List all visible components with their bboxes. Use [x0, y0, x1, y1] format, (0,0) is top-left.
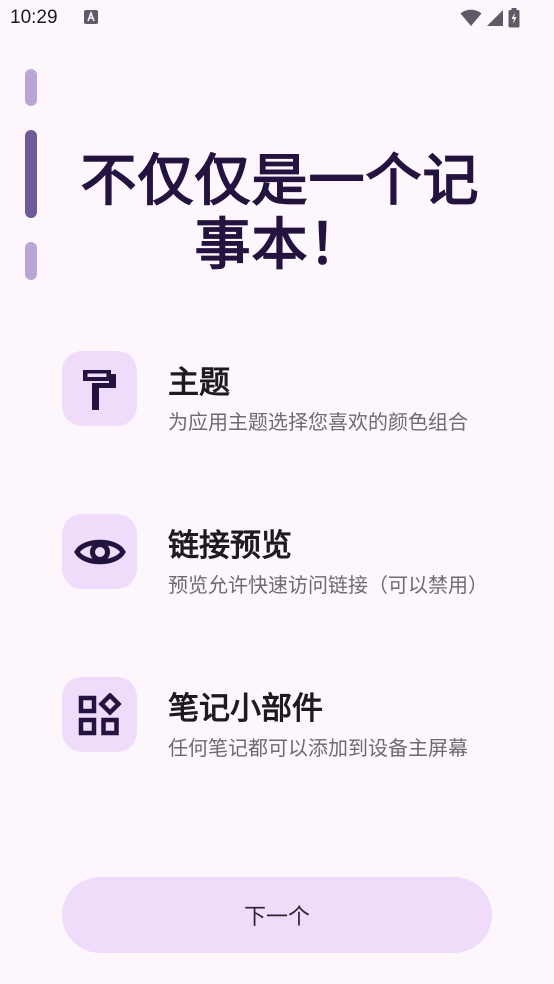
battery-charging-icon: [508, 8, 520, 28]
page-indicator-3: [25, 242, 37, 280]
status-time: 10:29: [10, 7, 58, 28]
feature-icon-container: [62, 514, 137, 589]
next-button[interactable]: 下一个: [62, 877, 492, 953]
feature-icon-container: [62, 677, 137, 752]
page-indicator-2-active: [25, 130, 37, 218]
status-icons: [460, 8, 520, 28]
feature-title: 主题: [168, 365, 230, 401]
feature-title: 笔记小部件: [168, 691, 323, 727]
eye-icon: [73, 539, 126, 564]
feature-note-widget: 笔记小部件 任何笔记都可以添加到设备主屏幕: [62, 677, 492, 817]
status-bar: 10:29: [0, 0, 554, 36]
feature-description: 预览允许快速访问链接（可以禁用）: [168, 573, 488, 597]
wifi-icon: [460, 9, 482, 26]
widgets-icon: [78, 692, 122, 735]
page-title: 不仅仅是一个记事本！: [80, 149, 480, 278]
paint-roller-icon: [82, 369, 116, 410]
feature-description: 任何笔记都可以添加到设备主屏幕: [168, 736, 468, 760]
page-indicator-1: [25, 69, 37, 106]
feature-icon-container: [62, 351, 137, 426]
feature-title: 链接预览: [168, 528, 292, 564]
notification-a-icon: [84, 10, 98, 24]
cellular-icon: [487, 10, 503, 26]
feature-link-preview: 链接预览 预览允许快速访问链接（可以禁用）: [62, 514, 492, 654]
feature-description: 为应用主题选择您喜欢的颜色组合: [168, 410, 468, 434]
feature-theme: 主题 为应用主题选择您喜欢的颜色组合: [62, 351, 492, 491]
